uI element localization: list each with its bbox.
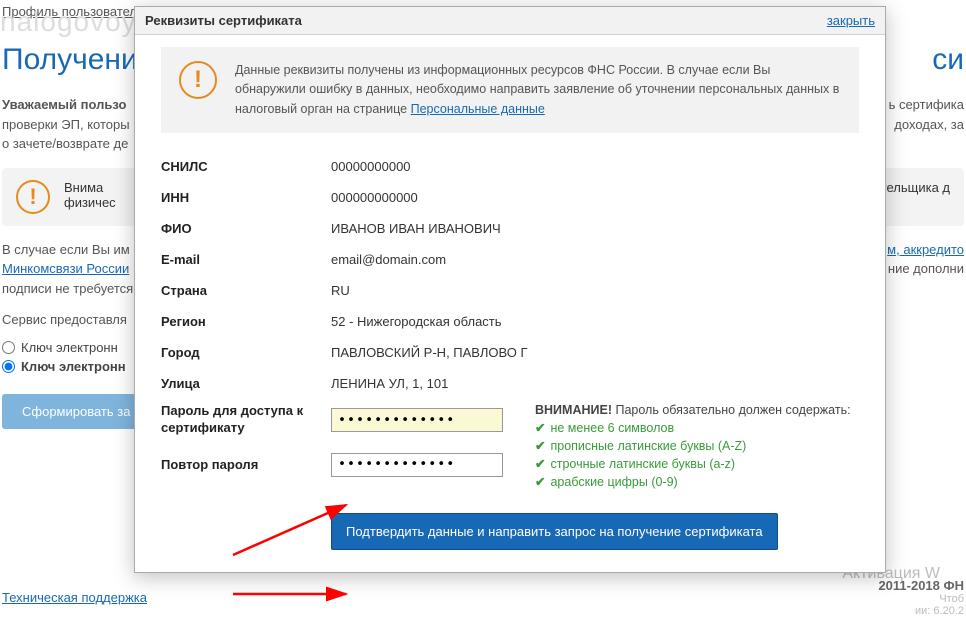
- submit-button[interactable]: Подтвердить данные и направить запрос на…: [331, 513, 778, 550]
- close-link[interactable]: закрыть: [827, 13, 875, 28]
- check-icon: ✔: [535, 456, 545, 471]
- certificate-details-modal: Реквизиты сертификата закрыть ! Данные р…: [134, 6, 886, 573]
- warning-icon: !: [179, 61, 217, 99]
- password-input[interactable]: [331, 408, 503, 432]
- info-text: Данные реквизиты получены из информацион…: [235, 61, 841, 119]
- accredit-link[interactable]: м, аккредито: [887, 240, 964, 260]
- field-region: Регион 52 - Нижегородская область: [161, 306, 859, 337]
- page-title: Получени: [2, 43, 138, 77]
- password-hints: ВНИМАНИЕ! Пароль обязательно должен соде…: [535, 403, 859, 492]
- check-icon: ✔: [535, 420, 545, 435]
- warning-icon: !: [16, 180, 50, 214]
- generate-button[interactable]: Сформировать за: [2, 394, 150, 429]
- field-password-repeat: Повтор пароля: [161, 453, 511, 477]
- modal-title: Реквизиты сертификата: [145, 13, 302, 28]
- password-repeat-input[interactable]: [331, 453, 503, 477]
- check-icon: ✔: [535, 438, 545, 453]
- field-street: Улица ЛЕНИНА УЛ, 1, 101: [161, 368, 859, 399]
- field-snils: СНИЛС 00000000000: [161, 151, 859, 182]
- field-inn: ИНН 000000000000: [161, 182, 859, 213]
- field-country: Страна RU: [161, 275, 859, 306]
- footer: Техническая поддержка 2011-2018 ФН Чтоб …: [2, 578, 964, 617]
- field-city: Город ПАВЛОВСКИЙ Р-Н, ПАВЛОВО Г: [161, 337, 859, 368]
- minkom-link[interactable]: Минкомсвязи России: [2, 259, 129, 279]
- info-box: ! Данные реквизиты получены из информаци…: [161, 47, 859, 133]
- personal-data-link[interactable]: Персональные данные: [411, 102, 545, 116]
- modal-header: Реквизиты сертификата закрыть: [135, 7, 885, 35]
- field-email: E-mail email@domain.com: [161, 244, 859, 275]
- check-icon: ✔: [535, 474, 545, 489]
- field-password: Пароль для доступа к сертификату: [161, 403, 511, 437]
- page-title-right: си: [932, 43, 964, 77]
- tech-support-link[interactable]: Техническая поддержка: [2, 590, 147, 605]
- field-fio: ФИО ИВАНОВ ИВАН ИВАНОВИЧ: [161, 213, 859, 244]
